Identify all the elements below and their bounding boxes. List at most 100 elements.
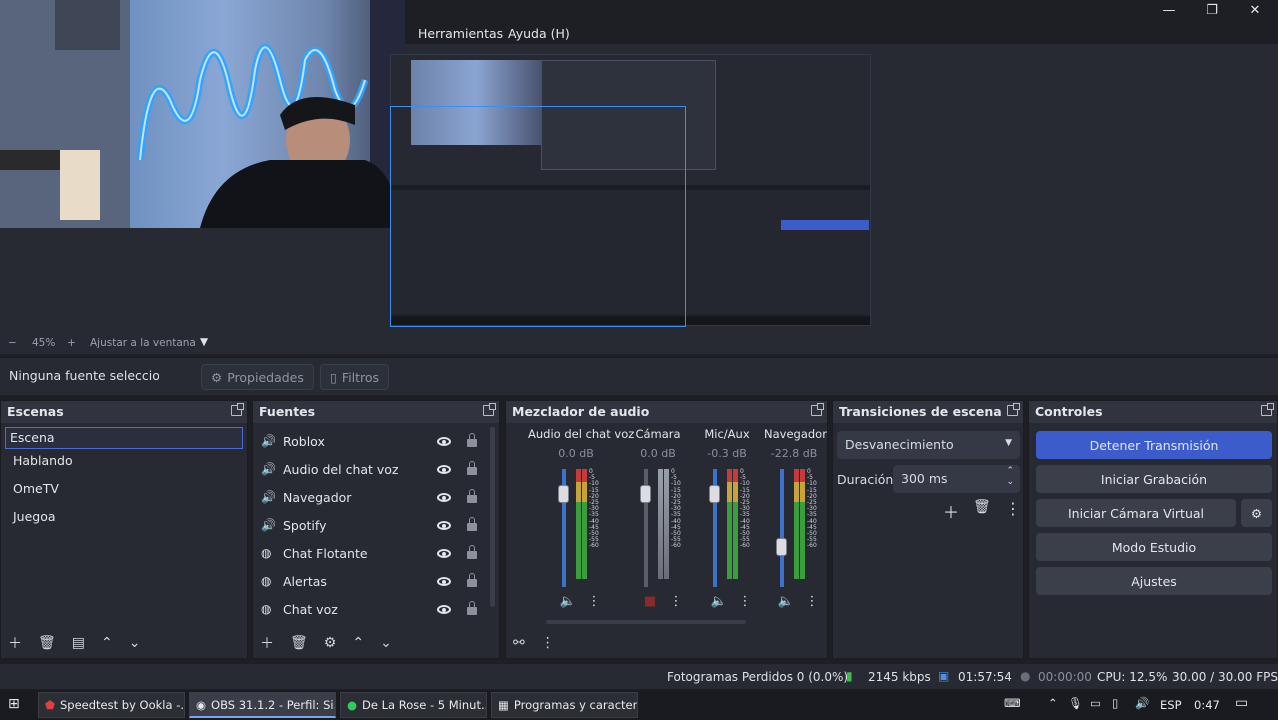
- language-indicator[interactable]: ESP: [1160, 698, 1182, 712]
- undock-icon[interactable]: [811, 403, 824, 416]
- settings-button[interactable]: Ajustes: [1036, 567, 1272, 595]
- source-item[interactable]: 🔊 Spotify: [261, 511, 491, 539]
- add-icon[interactable]: ＋: [943, 499, 959, 523]
- eye-icon[interactable]: [437, 436, 451, 446]
- start-virtual-camera-button[interactable]: Iniciar Cámara Virtual: [1036, 499, 1236, 527]
- filter-icon[interactable]: ▤: [72, 635, 85, 651]
- scene-item[interactable]: Escena: [5, 427, 243, 449]
- zoom-out-button[interactable]: −: [8, 337, 17, 349]
- trash-icon[interactable]: 🗑: [38, 635, 56, 651]
- battery-icon[interactable]: ▯: [1112, 696, 1118, 710]
- lock-icon[interactable]: [467, 517, 477, 531]
- eye-icon[interactable]: [437, 604, 451, 614]
- windows-start-icon[interactable]: ⊞: [8, 696, 20, 712]
- volume-fader[interactable]: [780, 469, 784, 587]
- lock-icon[interactable]: [467, 601, 477, 615]
- source-item[interactable]: ◍ Alertas: [261, 567, 491, 595]
- volume-icon[interactable]: 🔊: [1135, 696, 1149, 710]
- undock-icon[interactable]: [231, 403, 244, 416]
- chevron-down-icon[interactable]: ⌄: [1006, 477, 1014, 487]
- menu-ayuda[interactable]: Ayuda (H): [508, 26, 570, 41]
- duration-value: 300 ms: [901, 471, 948, 486]
- kebab-icon[interactable]: ⋮: [582, 591, 606, 611]
- source-item[interactable]: ◍ Chat voz: [261, 595, 491, 623]
- arrow-up-icon[interactable]: ⌃: [352, 635, 364, 651]
- duration-spinbox[interactable]: 300 ms ⌃ ⌄: [893, 465, 1020, 493]
- add-icon[interactable]: ＋: [260, 633, 274, 653]
- virtual-camera-settings-button[interactable]: ⚙: [1241, 499, 1272, 527]
- eye-icon[interactable]: [437, 548, 451, 558]
- trash-icon[interactable]: 🗑: [973, 499, 991, 515]
- speaker-icon[interactable]: 🔈: [707, 591, 731, 611]
- kebab-icon[interactable]: ⋮: [800, 591, 824, 611]
- chevron-up-icon[interactable]: ⌃: [1048, 696, 1058, 710]
- chevron-down-icon[interactable]: ▼: [200, 336, 208, 348]
- undock-icon[interactable]: [483, 403, 496, 416]
- add-icon[interactable]: ＋: [8, 633, 22, 653]
- taskbar-item[interactable]: ◉ OBS 31.1.2 - Perfil: Si...: [189, 692, 336, 718]
- close-button[interactable]: ✕: [1235, 0, 1275, 20]
- undock-icon[interactable]: [1261, 403, 1274, 416]
- preview-canvas[interactable]: [0, 0, 1278, 334]
- source-item[interactable]: 🔊 Roblox: [261, 427, 491, 455]
- eye-icon[interactable]: [437, 520, 451, 530]
- arrow-down-icon[interactable]: ⌄: [380, 635, 392, 651]
- studio-mode-button[interactable]: Modo Estudio: [1036, 533, 1272, 561]
- fader-knob[interactable]: [709, 485, 720, 503]
- lock-icon[interactable]: [467, 545, 477, 559]
- eye-icon[interactable]: [437, 576, 451, 586]
- gear-icon[interactable]: ⚙: [324, 635, 337, 651]
- eye-icon[interactable]: [437, 492, 451, 502]
- selection-box[interactable]: [390, 106, 686, 327]
- lock-icon[interactable]: [467, 461, 477, 475]
- arrow-up-icon[interactable]: ⌃: [101, 635, 113, 651]
- properties-button[interactable]: ⚙ Propiedades: [201, 364, 314, 390]
- taskbar-item[interactable]: ▦ Programas y caracter...: [491, 692, 638, 718]
- kebab-icon[interactable]: ⋮: [1005, 499, 1021, 518]
- notification-icon[interactable]: ▭: [1235, 695, 1248, 711]
- taskbar-item[interactable]: ● De La Rose - 5 Minut...: [340, 692, 487, 718]
- kebab-icon[interactable]: ⋮: [541, 635, 555, 651]
- clock[interactable]: 0:47: [1194, 698, 1220, 712]
- kebab-icon[interactable]: ⋮: [733, 591, 757, 611]
- scene-item[interactable]: Hablando: [5, 449, 243, 477]
- minimize-button[interactable]: —: [1149, 0, 1189, 20]
- scene-item[interactable]: Juegoa: [5, 505, 243, 533]
- filters-button[interactable]: ▯ Filtros: [320, 364, 390, 390]
- kebab-icon[interactable]: ⋮: [664, 591, 688, 611]
- fader-knob[interactable]: [558, 485, 569, 503]
- muted-speaker-icon[interactable]: ■: [638, 591, 662, 611]
- menu-herramientas[interactable]: Herramientas: [418, 26, 503, 41]
- link-icon[interactable]: ⚯: [513, 635, 525, 651]
- trash-icon[interactable]: 🗑: [290, 635, 308, 651]
- lock-icon[interactable]: [467, 573, 477, 587]
- chevron-up-icon[interactable]: ⌃: [1006, 466, 1014, 476]
- scenes-dock: Escenas Escena Hablando OmeTV Juegoa ＋ 🗑 ▤…: [0, 400, 248, 659]
- fit-window-label[interactable]: Ajustar a la ventana: [90, 337, 196, 349]
- lock-icon[interactable]: [467, 433, 477, 447]
- lock-icon[interactable]: [467, 489, 477, 503]
- stop-stream-button[interactable]: Detener Transmisión: [1036, 431, 1272, 459]
- fader-knob[interactable]: [640, 485, 651, 503]
- eye-icon[interactable]: [437, 464, 451, 474]
- fader-knob[interactable]: [776, 538, 787, 556]
- source-item[interactable]: 🔊 Navegador: [261, 483, 491, 511]
- transition-select[interactable]: Desvanecimiento ▼: [837, 431, 1020, 459]
- zoom-level: 45%: [32, 337, 56, 349]
- keyboard-icon[interactable]: ⌨: [1004, 696, 1021, 710]
- microphone-icon[interactable]: 🎙: [1068, 696, 1083, 710]
- taskbar-item[interactable]: ⬟ Speedtest by Ookla -...: [38, 692, 185, 718]
- source-item[interactable]: 🔊 Audio del chat voz: [261, 455, 491, 483]
- scrollbar[interactable]: [490, 427, 495, 607]
- scene-item[interactable]: OmeTV: [5, 477, 243, 505]
- speaker-icon[interactable]: 🔈: [556, 591, 580, 611]
- maximize-button[interactable]: ❐: [1192, 0, 1232, 20]
- start-recording-button[interactable]: Iniciar Grabación: [1036, 465, 1272, 493]
- network-icon[interactable]: ▭: [1090, 696, 1101, 710]
- undock-icon[interactable]: [1007, 403, 1020, 416]
- dropped-frames: Fotogramas Perdidos 0 (0.0%): [667, 670, 849, 684]
- zoom-in-button[interactable]: +: [67, 337, 76, 349]
- source-item[interactable]: ◍ Chat Flotante: [261, 539, 491, 567]
- arrow-down-icon[interactable]: ⌄: [129, 635, 141, 651]
- speaker-icon[interactable]: 🔈: [774, 591, 798, 611]
